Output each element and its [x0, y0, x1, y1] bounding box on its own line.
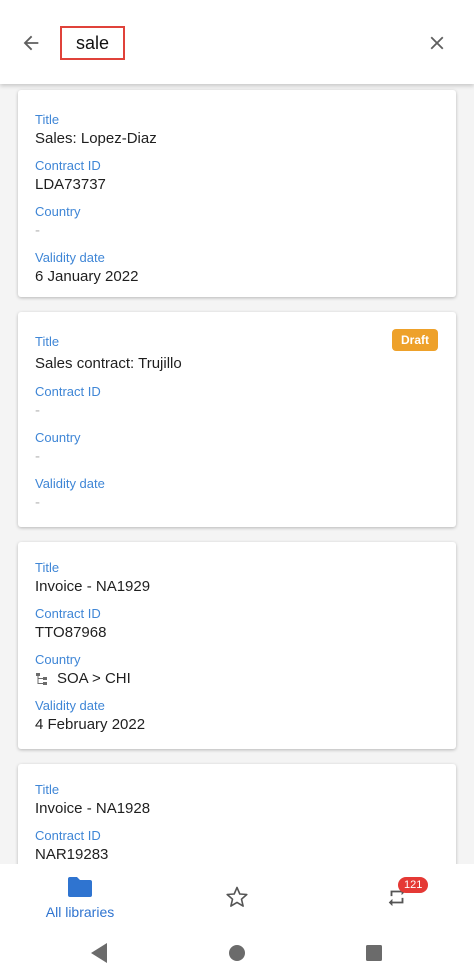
validity-date-field: Validity date 4 February 2022 [35, 698, 145, 735]
field-value: 4 February 2022 [35, 716, 146, 733]
star-icon [226, 886, 248, 907]
nav-favorites[interactable] [222, 882, 252, 912]
title-field: Title Invoice - NA1929 [35, 560, 150, 597]
field-label: Validity date [35, 250, 105, 265]
field-value: - [35, 402, 40, 419]
field-value: Sales: Lopez-Diaz [35, 130, 157, 147]
contract-id-field: Contract ID - [35, 384, 101, 421]
field-label: Validity date [35, 698, 105, 713]
hierarchy-icon [36, 673, 47, 685]
validity-date-field: Validity date - [35, 476, 105, 513]
title-field: Title Sales: Lopez-Diaz [35, 112, 157, 149]
system-recent-apps-icon[interactable] [365, 944, 383, 962]
field-value: - [35, 494, 40, 511]
field-label: Country [35, 652, 81, 667]
title-field: Title Sales contract: Trujillo [35, 334, 182, 374]
clear-search-button[interactable] [420, 26, 454, 60]
field-value: Sales contract: Trujillo [35, 355, 182, 372]
country-field: Country SOA > CHI [35, 652, 131, 689]
back-button[interactable] [14, 26, 48, 60]
field-label: Country [35, 430, 81, 445]
field-value: TTO87968 [35, 624, 107, 641]
document-card[interactable]: Title Invoice - NA1928 Contract ID NAR19… [18, 764, 456, 864]
field-label: Title [35, 782, 60, 797]
field-label: Title [35, 112, 60, 127]
field-value: Invoice - NA1928 [35, 800, 151, 817]
system-navigation-bar [0, 930, 474, 978]
sync-count-badge: 121 [398, 877, 429, 893]
nav-label: All libraries [45, 904, 115, 920]
status-badge: Draft [391, 329, 438, 351]
field-label: Contract ID [35, 606, 101, 621]
field-value: NAR19283 [35, 846, 109, 863]
system-back-icon[interactable] [89, 941, 109, 965]
field-label: Validity date [35, 476, 105, 491]
field-label: Contract ID [35, 158, 101, 173]
country-field: Country - [35, 204, 81, 241]
system-home-icon[interactable] [228, 944, 246, 962]
field-label: Title [35, 334, 60, 349]
document-card[interactable]: Title Sales: Lopez-Diaz Contract ID LDA7… [18, 90, 456, 297]
app-bar: sale [0, 0, 474, 84]
nav-all-libraries[interactable]: All libraries [30, 876, 130, 926]
contract-id-field: Contract ID NAR19283 [35, 828, 108, 864]
folder-icon [68, 877, 92, 897]
document-card[interactable]: Draft Title Sales contract: Trujillo Con… [18, 312, 456, 527]
validity-date-field: Validity date 6 January 2022 [35, 250, 138, 287]
field-value: - [35, 448, 40, 465]
title-field: Title Invoice - NA1928 [35, 782, 150, 819]
results-list[interactable]: Title Sales: Lopez-Diaz Contract ID LDA7… [0, 84, 474, 864]
close-icon [430, 36, 444, 50]
contract-id-field: Contract ID LDA73737 [35, 158, 106, 195]
field-value: Invoice - NA1929 [35, 578, 151, 595]
country-field: Country - [35, 430, 81, 467]
bottom-navigation: All libraries 121 [0, 864, 474, 930]
field-label: Contract ID [35, 384, 101, 399]
contract-id-field: Contract ID TTO87968 [35, 606, 106, 643]
field-label: Contract ID [35, 828, 101, 843]
field-value: 6 January 2022 [35, 268, 139, 285]
field-value: - [35, 222, 40, 239]
search-input[interactable]: sale [60, 26, 125, 60]
country-value: SOA > CHI [35, 669, 131, 689]
field-value: LDA73737 [35, 176, 106, 193]
field-label: Country [35, 204, 81, 219]
field-value: SOA > CHI [57, 670, 131, 687]
document-card[interactable]: Title Invoice - NA1929 Contract ID TTO87… [18, 542, 456, 749]
field-label: Title [35, 560, 60, 575]
arrow-left-icon [23, 35, 39, 51]
